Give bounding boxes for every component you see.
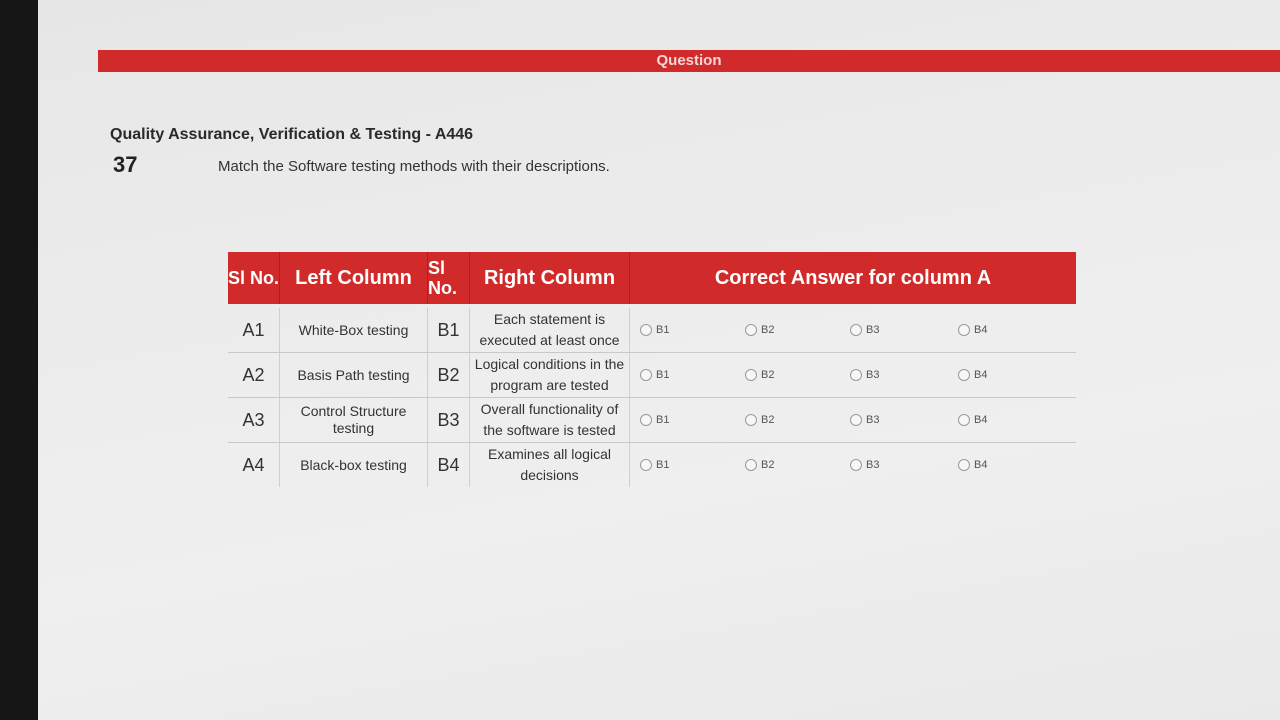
right-id: B1 <box>428 308 470 352</box>
question-number: 37 <box>113 152 138 177</box>
table-row: A4 Black-box testing B4 Examines all log… <box>228 443 1076 487</box>
option-label: B1 <box>656 414 670 426</box>
option-label: B4 <box>974 324 988 336</box>
radio-icon[interactable] <box>958 414 970 426</box>
right-text: Overall functionality of the software is… <box>470 398 630 442</box>
answer-option-b3[interactable]: B3 <box>850 353 879 397</box>
radio-icon[interactable] <box>640 324 652 336</box>
table-row: A2 Basis Path testing B2 Logical conditi… <box>228 353 1076 398</box>
option-label: B2 <box>761 459 775 471</box>
option-label: B4 <box>974 459 988 471</box>
answer-option-b3[interactable]: B3 <box>850 308 879 352</box>
left-text: Basis Path testing <box>280 353 428 397</box>
option-label: B4 <box>974 414 988 426</box>
radio-icon[interactable] <box>958 369 970 381</box>
right-id: B4 <box>428 443 470 487</box>
answer-option-b1[interactable]: B1 <box>640 353 669 397</box>
option-label: B3 <box>866 459 880 471</box>
option-label: B1 <box>656 369 670 381</box>
option-label: B1 <box>656 324 670 336</box>
answer-option-b2[interactable]: B2 <box>745 308 774 352</box>
option-label: B3 <box>866 324 880 336</box>
answer-option-b1[interactable]: B1 <box>640 308 669 352</box>
right-id: B2 <box>428 353 470 397</box>
answer-option-b1[interactable]: B1 <box>640 443 669 487</box>
radio-icon[interactable] <box>640 369 652 381</box>
answer-option-b4[interactable]: B4 <box>958 443 987 487</box>
answer-option-b4[interactable]: B4 <box>958 398 987 442</box>
answer-option-b2[interactable]: B2 <box>745 443 774 487</box>
radio-icon[interactable] <box>745 459 757 471</box>
radio-icon[interactable] <box>745 414 757 426</box>
option-label: B2 <box>761 324 775 336</box>
option-label: B3 <box>866 369 880 381</box>
radio-icon[interactable] <box>958 324 970 336</box>
radio-icon[interactable] <box>850 324 862 336</box>
left-text: Control Structure testing <box>280 398 428 442</box>
radio-icon[interactable] <box>850 369 862 381</box>
radio-icon[interactable] <box>745 369 757 381</box>
right-id: B3 <box>428 398 470 442</box>
right-text: Examines all logical decisions <box>470 443 630 487</box>
course-title: Quality Assurance, Verification & Testin… <box>110 126 474 143</box>
header-left-column: Left Column <box>280 252 428 304</box>
right-text: Each statement is executed at least once <box>470 308 630 352</box>
radio-icon[interactable] <box>850 414 862 426</box>
left-text: White-Box testing <box>280 308 428 352</box>
question-header-bar: Question <box>98 50 1280 72</box>
answer-option-b1[interactable]: B1 <box>640 398 669 442</box>
question-text: Match the Software testing methods with … <box>218 158 610 175</box>
option-label: B1 <box>656 459 670 471</box>
left-id: A1 <box>228 308 280 352</box>
left-id: A2 <box>228 353 280 397</box>
question-header-label: Question <box>656 52 722 69</box>
header-right-column: Right Column <box>470 252 630 304</box>
option-label: B2 <box>761 369 775 381</box>
answer-option-b4[interactable]: B4 <box>958 353 987 397</box>
radio-icon[interactable] <box>745 324 757 336</box>
answer-option-b3[interactable]: B3 <box>850 443 879 487</box>
radio-icon[interactable] <box>640 414 652 426</box>
table-row: A3 Control Structure testing B3 Overall … <box>228 398 1076 443</box>
answer-option-b2[interactable]: B2 <box>745 398 774 442</box>
option-label: B2 <box>761 414 775 426</box>
left-id: A3 <box>228 398 280 442</box>
screen: Question Quality Assurance, Verification… <box>38 0 1280 720</box>
header-sl-no: Sl No. <box>228 252 280 304</box>
option-label: B3 <box>866 414 880 426</box>
left-id: A4 <box>228 443 280 487</box>
answer-option-b3[interactable]: B3 <box>850 398 879 442</box>
answer-option-b2[interactable]: B2 <box>745 353 774 397</box>
radio-icon[interactable] <box>850 459 862 471</box>
left-text: Black-box testing <box>280 443 428 487</box>
radio-icon[interactable] <box>640 459 652 471</box>
right-text: Logical conditions in the program are te… <box>470 353 630 397</box>
table-row: A1 White-Box testing B1 Each statement i… <box>228 308 1076 353</box>
header-sl-no-right: Sl No. <box>428 252 470 304</box>
answer-option-b4[interactable]: B4 <box>958 308 987 352</box>
option-label: B4 <box>974 369 988 381</box>
header-correct-answer: Correct Answer for column A <box>630 252 1076 304</box>
radio-icon[interactable] <box>958 459 970 471</box>
